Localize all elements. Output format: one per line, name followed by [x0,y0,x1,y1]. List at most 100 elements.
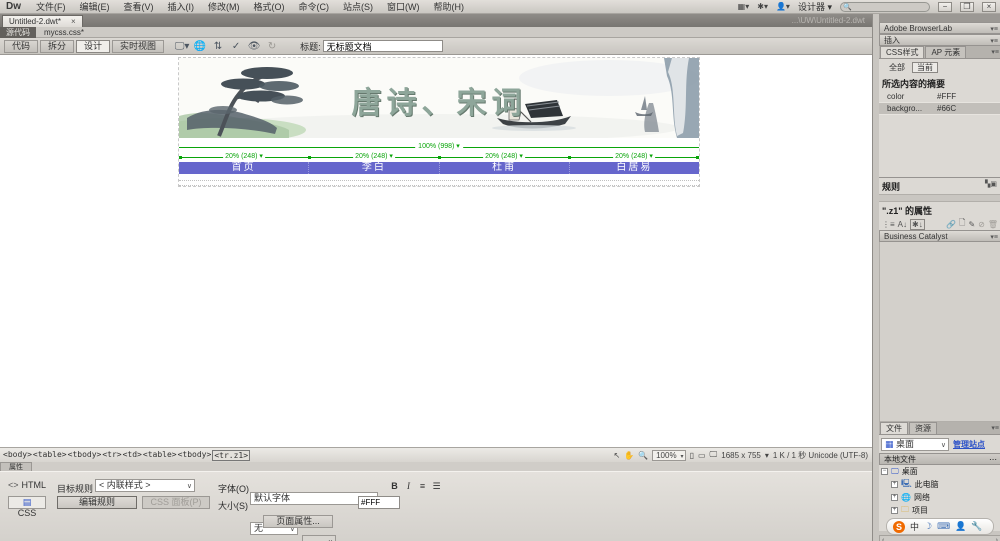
column-width-marker[interactable]: 20% (248) ▾ [179,152,309,162]
restore-button[interactable]: ❐ [960,1,974,12]
new-css-rule-icon[interactable]: 🗋 [959,217,965,231]
extend-icon[interactable]: ✱▾ [757,2,768,11]
related-css-file[interactable]: mycss.css* [36,28,92,37]
attach-stylesheet-icon[interactable]: 🔗 [946,220,956,229]
collapse-icon[interactable]: − [881,468,888,475]
refresh-icon[interactable]: ↻ [264,41,280,52]
hand-tool-icon[interactable]: ✋ [624,451,634,460]
nav-cell-dufu[interactable]: 杜甫 [440,162,570,174]
tree-item-this-pc[interactable]: + 🖳 此电脑 [879,478,1000,491]
size-unit-dropdown[interactable] [302,535,336,541]
tree-item-network[interactable]: + 🌐 网络 [879,491,1000,504]
tree-item-project[interactable]: + 🗀 项目 [879,504,1000,517]
search-input[interactable]: 🔍 [840,1,930,12]
css-current-button[interactable]: 当前 [912,62,938,73]
menu-format[interactable]: 格式(O) [247,0,292,13]
css-all-button[interactable]: 全部 [884,62,910,73]
multiscreen-icon[interactable]: 🖵▾ [174,41,190,52]
column-width-marker[interactable]: 20% (248) ▾ [308,152,439,162]
tag-td[interactable]: <td> [123,450,142,461]
tab-files[interactable]: 文件 [880,422,908,434]
column-width-marker[interactable]: 20% (248) ▾ [438,152,569,162]
rules-view-icons[interactable]: ▚▣ [985,180,997,193]
page-properties-button[interactable]: 页面属性... [263,515,333,528]
nav-cell-baijuyi[interactable]: 白居易 [570,162,699,174]
minimize-button[interactable]: − [938,1,952,12]
column-width-label[interactable]: 20% (248) ▾ [353,152,395,160]
workspace-switcher[interactable]: 设计器 ▾ [798,0,832,13]
nav-cell-libai[interactable]: 李白 [309,162,440,174]
manage-sites-link[interactable]: 管理站点 [953,439,985,450]
italic-icon[interactable]: I [402,479,415,492]
column-width-marker[interactable]: 20% (248) ▾ [568,152,699,162]
show-list-view-icon[interactable]: A↓ [898,220,907,229]
tag-tbody2[interactable]: <tbody> [178,450,212,461]
panel-menu-icon[interactable]: ▾≡ [990,232,998,243]
column-width-label[interactable]: 20% (248) ▾ [483,152,525,160]
tab-css-styles[interactable]: CSS样式 [880,46,925,58]
expand-icon[interactable]: + [891,494,898,501]
file-management-icon[interactable]: ⇅ [210,41,226,52]
expand-icon[interactable]: + [891,481,898,488]
menu-commands[interactable]: 命令(C) [292,0,337,13]
user-account-icon[interactable]: 👤▾ [776,2,790,11]
panel-business-catalyst[interactable]: Business Catalyst ▾≡ [879,230,1000,242]
desktop-size-icon[interactable]: 🖵 [710,450,718,460]
show-category-view-icon[interactable]: ⋮≡ [882,220,895,229]
banner-image[interactable]: 唐诗、宋词 [179,58,699,138]
panel-menu-icon[interactable]: ▾≡ [991,424,999,432]
design-view-button[interactable]: 设计 [76,39,111,53]
menu-help[interactable]: 帮助(H) [427,0,472,13]
column-width-label[interactable]: 20% (248) ▾ [223,152,265,160]
panel-insert[interactable]: 插入 ▾≡ [879,34,1000,46]
zoom-tool-icon[interactable]: 🔍 [638,451,648,460]
table-width-indicator[interactable]: 100% (998) ▾ [179,142,699,152]
tag-body[interactable]: <body> [3,450,32,461]
ime-user-icon[interactable]: 👤 [955,521,966,532]
tag-tr-z1-selected[interactable]: <tr.z1> [212,449,251,461]
scroll-right-icon[interactable]: › [996,537,998,541]
tree-item-desktop[interactable]: − 🖵 桌面 [879,465,1000,478]
horizontal-scrollbar[interactable]: ‹ › [879,535,1000,541]
document-tab[interactable]: Untitled-2.dwt* × [2,15,83,27]
site-dropdown[interactable]: ▦ 桌面 [881,438,949,451]
menu-edit[interactable]: 编辑(E) [73,0,117,13]
edit-rule-button[interactable]: 编辑规则 [57,496,137,509]
menu-view[interactable]: 查看(V) [117,0,161,13]
local-files-header[interactable]: 本地文件 ⋯ [879,453,1000,465]
tag-tbody[interactable]: <tbody> [68,450,102,461]
tag-tr[interactable]: <tr> [102,450,121,461]
bold-icon[interactable]: B [388,479,401,492]
window-size-value[interactable]: 1685 x 755 [721,451,761,460]
zoom-level-dropdown[interactable]: 100% [652,449,686,462]
split-view-button[interactable]: 拆分 [40,39,75,53]
w3c-validation-icon[interactable]: ✓ [228,41,244,52]
edit-rule-icon[interactable]: ✎ [968,220,975,229]
ime-wrench-icon[interactable]: 🔧 [971,521,982,532]
menu-file[interactable]: 文件(F) [29,0,73,13]
color-value-input[interactable] [358,496,400,509]
summary-row-background[interactable]: backgro... #66C [879,103,1000,115]
target-rule-dropdown[interactable]: < 内联样式 > [95,479,195,492]
column-width-label[interactable]: 20% (248) ▾ [613,152,655,160]
preview-browser-icon[interactable]: 🌐 [192,41,208,52]
code-view-button[interactable]: 代码 [4,39,39,53]
collapse-to-icons-strip[interactable] [879,14,1000,22]
html-mode-button[interactable]: HTML [22,480,47,490]
panel-menu-icon[interactable]: ▾≡ [991,48,999,56]
ime-language-toggle[interactable]: 中 [910,520,919,533]
tablet-size-icon[interactable]: ▭ [698,451,706,460]
menu-site[interactable]: 站点(S) [336,0,380,13]
source-code-button[interactable]: 源代码 [0,26,36,38]
column-options-icon[interactable]: ⋯ [989,454,997,465]
tag-table[interactable]: <table> [33,450,67,461]
show-set-properties-icon[interactable]: ✱↓ [910,218,925,230]
nav-cell-home[interactable]: 首页 [179,162,310,174]
disable-property-icon[interactable]: ⊘ [978,220,985,229]
css-panel-button[interactable]: CSS 面板(P) [142,496,210,509]
layout-switcher-icon[interactable]: ▦▾ [738,2,750,11]
visual-aids-icon[interactable]: 👁 [246,41,262,52]
align-left-icon[interactable]: ≡ [416,479,429,492]
mobile-size-icon[interactable]: ▯ [690,451,694,460]
ime-keyboard-icon[interactable]: ⌨ [937,521,950,532]
